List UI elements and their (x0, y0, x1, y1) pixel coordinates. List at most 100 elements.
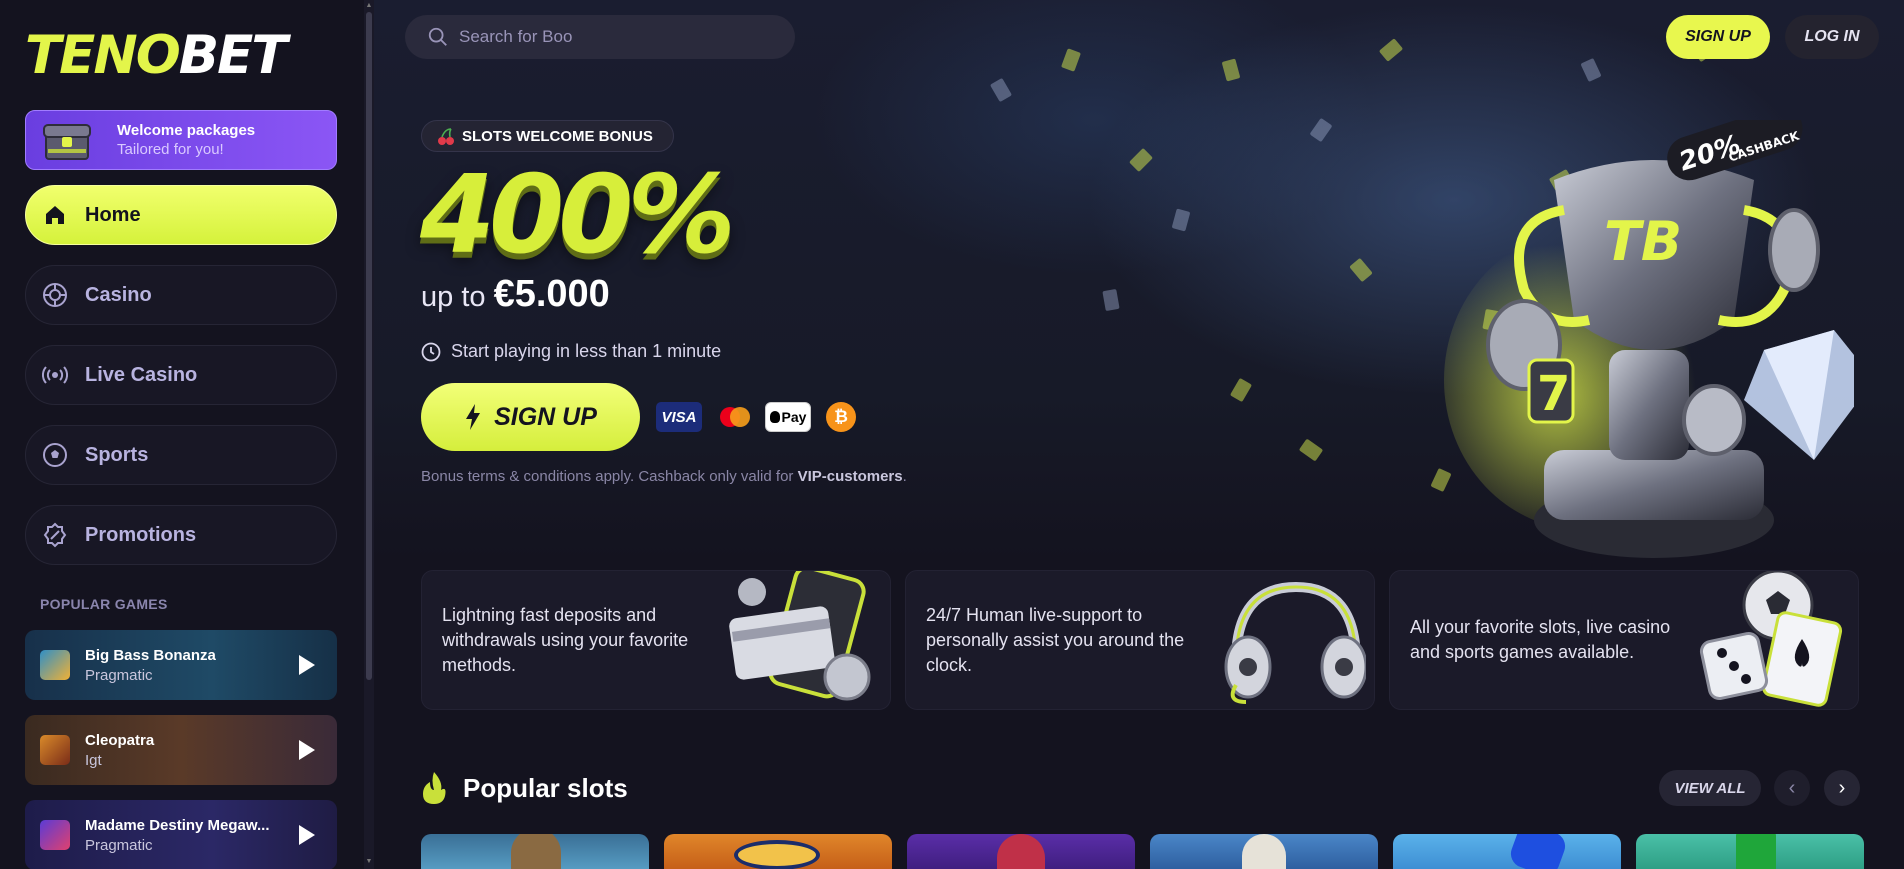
game-name: Big Bass Bonanza (85, 647, 216, 664)
soccer-ball-icon (42, 442, 68, 468)
broadcast-icon (42, 362, 68, 388)
credit-card-phone-icon (729, 571, 871, 701)
bonus-percent: 400% (420, 153, 736, 278)
popular-slots-title: Popular slots (463, 772, 628, 803)
apple-pay-label: Pay (781, 409, 807, 425)
feature-card-support: 24/7 Human live-support to personally as… (905, 570, 1375, 710)
slot-tile[interactable] (1393, 834, 1621, 869)
discount-badge-icon (42, 522, 68, 548)
sidebar-scrollbar[interactable]: ▲ ▼ (364, 0, 374, 869)
tenobet-logo[interactable]: TENOBET (25, 25, 288, 86)
slot-tile[interactable] (664, 834, 892, 869)
game-provider: Pragmatic (85, 837, 153, 854)
view-all-button[interactable]: VIEW ALL (1659, 770, 1761, 806)
game-thumbnail (40, 735, 70, 765)
play-icon[interactable] (299, 655, 315, 675)
slot-candy-art (1506, 834, 1570, 869)
quick-start-text: Start playing in less than 1 minute (421, 341, 721, 362)
search-input[interactable] (459, 27, 759, 47)
welcome-subtitle: Tailored for you! (117, 141, 224, 158)
bonus-terms: Bonus terms & conditions apply. Cashback… (421, 468, 907, 485)
nav-label-live-casino: Live Casino (85, 363, 198, 386)
play-icon[interactable] (299, 740, 315, 760)
clock-icon (421, 342, 441, 361)
slot-character-art (997, 834, 1045, 869)
game-thumbnail (40, 820, 70, 850)
chevron-right-icon[interactable]: › (1824, 770, 1860, 806)
scroll-down-icon[interactable]: ▼ (365, 858, 373, 866)
dice-cards-ball-icon (1699, 571, 1843, 707)
trophy-illustration: TB 7 20% CASHBACK (1444, 120, 1854, 558)
game-provider: Pragmatic (85, 667, 153, 684)
nav-item-promotions[interactable]: Promotions (25, 505, 337, 565)
popular-games-heading: POPULAR GAMES (40, 596, 168, 612)
game-item[interactable]: Madame Destiny Megaw... Pragmatic (25, 800, 337, 869)
fire-icon (423, 772, 446, 804)
svg-text:7: 7 (1537, 366, 1570, 422)
scroll-up-icon[interactable]: ▲ (365, 2, 373, 10)
slot-tile[interactable] (421, 834, 649, 869)
upto-amount: €5.000 (493, 273, 610, 315)
casino-chip-icon (42, 282, 68, 308)
bitcoin-icon: ₿ (826, 402, 856, 432)
game-item[interactable]: Big Bass Bonanza Pragmatic (25, 630, 337, 700)
slot-tile[interactable] (1150, 834, 1378, 869)
lightning-icon (466, 404, 481, 430)
cherry-icon (438, 128, 454, 145)
nav-label-casino: Casino (85, 283, 152, 306)
slot-eye-art (734, 840, 820, 869)
popular-slots-heading: Popular slots (421, 772, 628, 804)
game-name: Cleopatra (85, 732, 155, 749)
play-icon[interactable] (299, 825, 315, 845)
game-name: Madame Destiny Megaw... (85, 817, 270, 834)
visa-icon: VISA (656, 402, 702, 432)
search-bar[interactable] (405, 15, 795, 59)
nav-item-live-casino[interactable]: Live Casino (25, 345, 337, 405)
feature-card-games: All your favorite slots, live casino and… (1389, 570, 1859, 710)
slot-character-art (1242, 834, 1286, 869)
header-signup-button[interactable]: SIGN UP (1666, 15, 1770, 59)
feature-text: Lightning fast deposits and withdrawals … (442, 605, 689, 675)
apple-pay-icon: Pay (765, 402, 811, 432)
upto-prefix: up to (421, 281, 486, 313)
slot-character-art (511, 834, 561, 869)
nav-label-sports: Sports (85, 443, 149, 466)
apple-glyph-icon (769, 411, 780, 423)
game-thumbnail (40, 650, 70, 680)
nav-label-home: Home (85, 203, 141, 226)
welcome-packages-banner[interactable]: Welcome packages Tailored for you! (25, 110, 337, 170)
mastercard-icon (716, 402, 754, 432)
nav-item-sports[interactable]: Sports (25, 425, 337, 485)
search-icon (428, 27, 447, 46)
game-item[interactable]: Cleopatra Igt (25, 715, 337, 785)
slot-leprechaun-hat-art (1736, 834, 1776, 869)
header-login-button[interactable]: LOG IN (1785, 15, 1879, 59)
home-icon (42, 202, 68, 228)
nav-item-home[interactable]: Home (25, 185, 337, 245)
feature-card-payments: Lightning fast deposits and withdrawals … (421, 570, 891, 710)
game-provider: Igt (85, 752, 102, 769)
hero-signup-label: SIGN UP (494, 402, 597, 431)
terms-suffix: . (902, 468, 907, 485)
hero-signup-button[interactable]: SIGN UP (421, 383, 640, 451)
feature-text: All your favorite slots, live casino and… (1410, 617, 1671, 662)
logo-part-teno: TENO (25, 25, 181, 86)
chevron-left-icon[interactable]: ‹ (1774, 770, 1810, 806)
nav-item-casino[interactable]: Casino (25, 265, 337, 325)
vip-customers-link[interactable]: VIP-customers (798, 468, 903, 485)
main-content: SIGN UP LOG IN SLOTS WELCOME BONUS 400% … (374, 0, 1904, 869)
bonus-upto: up to €5.000 (421, 273, 610, 316)
slots-welcome-bonus-badge: SLOTS WELCOME BONUS (421, 120, 674, 152)
slot-tile[interactable] (1636, 834, 1864, 869)
terms-text: Bonus terms & conditions apply. Cashback… (421, 468, 798, 485)
slot-tile[interactable] (907, 834, 1135, 869)
scrollbar-thumb[interactable] (366, 12, 372, 680)
quick-start-label: Start playing in less than 1 minute (451, 341, 722, 361)
feature-text: 24/7 Human live-support to personally as… (926, 605, 1185, 675)
treasure-chest-icon (43, 124, 91, 160)
logo-part-bet: BET (178, 25, 288, 86)
badge-label: SLOTS WELCOME BONUS (462, 127, 653, 145)
welcome-title: Welcome packages (117, 122, 256, 139)
headphones-icon (1224, 581, 1366, 704)
sidebar: TENOBET Welcome packages Tailored for yo… (0, 0, 362, 869)
